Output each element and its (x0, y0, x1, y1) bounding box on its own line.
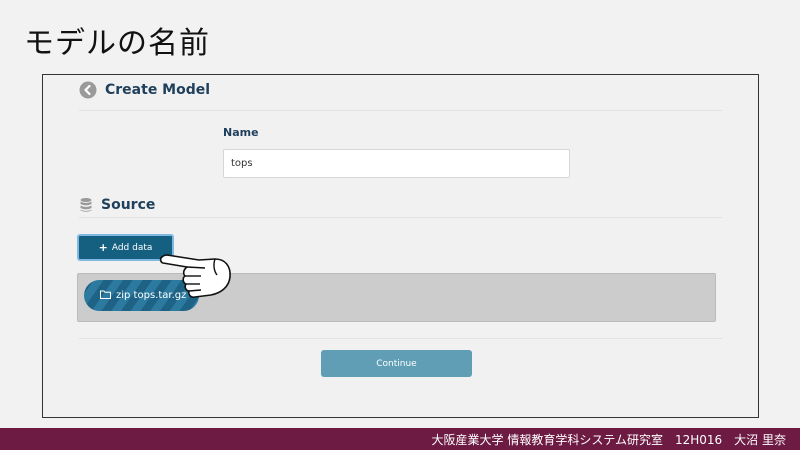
app-screenshot: Create Model Name Source + Add data zip … (42, 74, 759, 418)
continue-button[interactable]: Continue (321, 350, 472, 377)
plus-icon: + (98, 241, 108, 254)
source-title: Source (101, 197, 156, 213)
divider (79, 217, 722, 218)
divider (79, 110, 722, 111)
model-name-input[interactable] (223, 149, 570, 178)
slide-footer: 大阪産業大学 情報教育学科システム研究室 12H016 大沼 里奈 (0, 428, 800, 450)
pointing-hand-icon (159, 251, 234, 310)
back-circle-icon[interactable] (79, 81, 97, 99)
database-icon (79, 197, 93, 213)
folder-icon (100, 290, 111, 302)
create-model-header: Create Model (79, 81, 210, 99)
name-label: Name (223, 126, 259, 139)
divider (79, 338, 722, 339)
source-header: Source (79, 197, 155, 213)
slide-title: モデルの名前 (24, 26, 210, 61)
page-title: Create Model (105, 82, 211, 98)
add-data-label: Add data (111, 242, 153, 253)
